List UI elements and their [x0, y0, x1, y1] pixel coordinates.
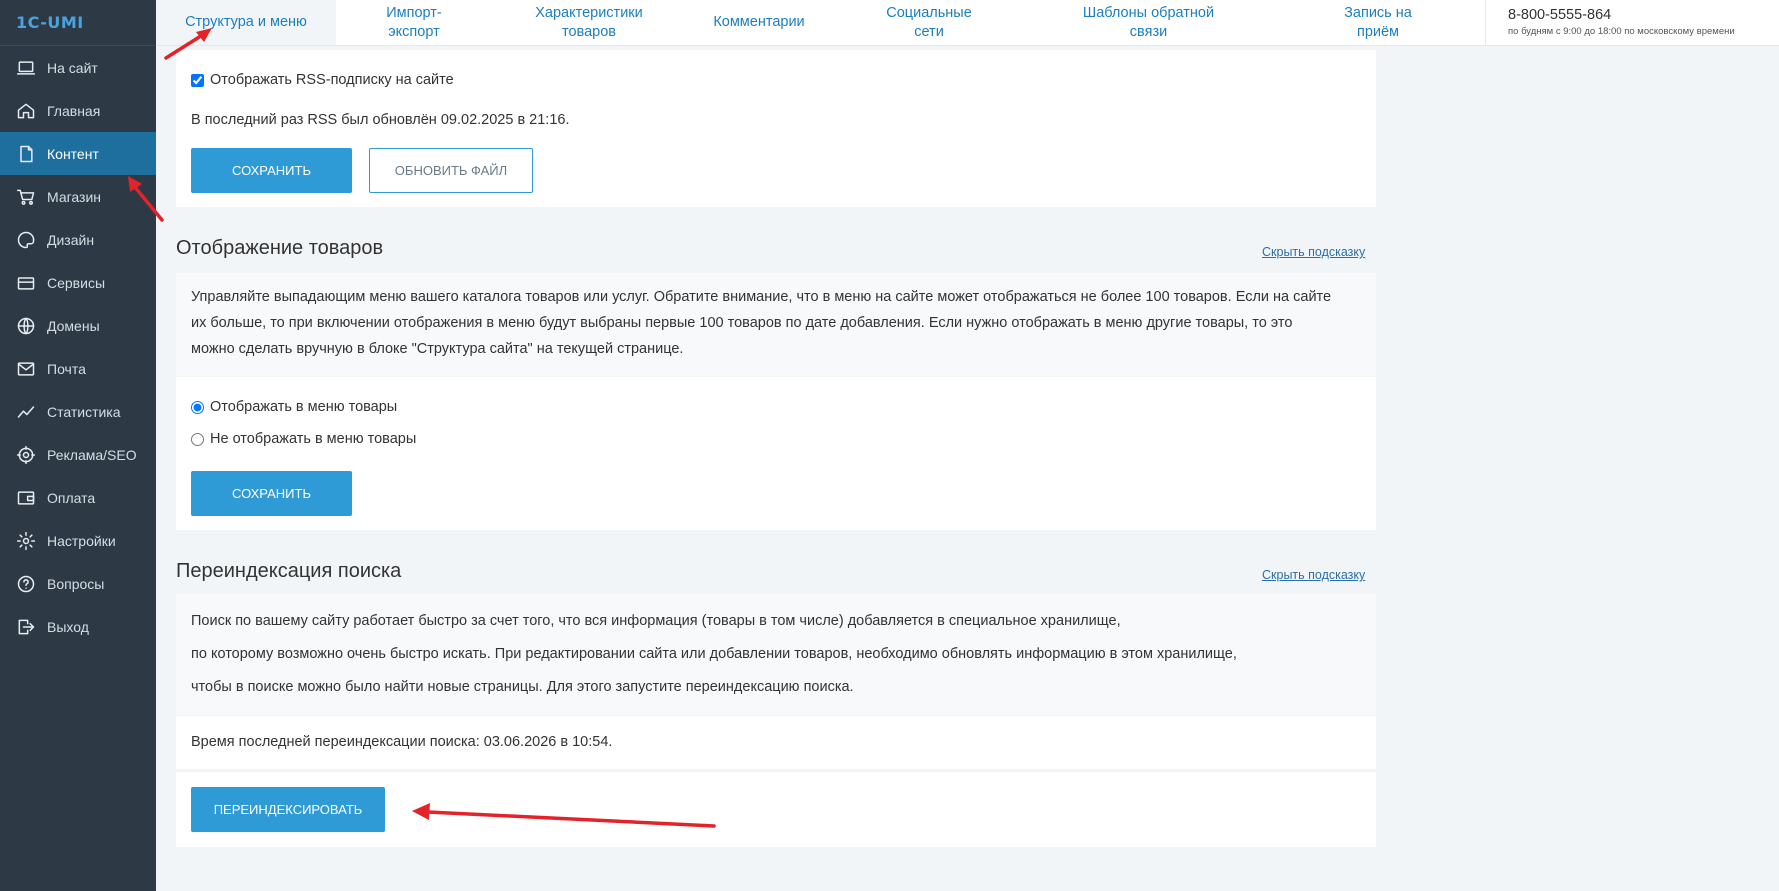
sidebar-item-domeny[interactable]: Домены — [0, 304, 156, 347]
document-icon — [15, 143, 37, 165]
sidebar-item-label: На сайт — [47, 59, 98, 76]
tab-label: Характеристики товаров — [535, 4, 643, 40]
contact-phone: 8-800-5555-864 — [1508, 7, 1612, 23]
tab-social-networks[interactable]: Социальные сети — [832, 0, 1026, 45]
rss-checkbox-label: Отображать RSS-подписку на сайте — [210, 72, 454, 88]
products-section-title: Отображение товаров — [176, 237, 384, 259]
sidebar-item-na-sait[interactable]: На сайт — [0, 46, 156, 89]
sidebar: 1C-UMI На сайт Главная Контент Магазин Д… — [0, 0, 156, 891]
option-show-label: Отображать в меню товары — [210, 399, 398, 415]
reindex-button[interactable]: ПЕРЕИНДЕКСИРОВАТЬ — [191, 787, 385, 832]
stats-icon — [15, 401, 37, 423]
sidebar-item-label: Реклама/SEO — [47, 446, 137, 463]
tab-feedback-templates[interactable]: Шаблоны обратной связи — [1026, 0, 1271, 45]
tab-product-characteristics[interactable]: Характеристики товаров — [492, 0, 686, 45]
reindex-info-card: Время последней переиндексации поиска: 0… — [176, 716, 1376, 769]
reindex-section-title: Переиндексация поиска — [176, 560, 402, 582]
option-show-radio[interactable] — [191, 400, 204, 414]
sidebar-item-label: Статистика — [47, 403, 121, 420]
mail-icon — [15, 358, 37, 380]
products-description-line: Управляйте выпадающим меню вашего катало… — [191, 289, 1332, 305]
palette-icon — [15, 229, 37, 251]
reindex-description: Поиск по вашему сайту работает быстро за… — [176, 594, 1376, 715]
sidebar-item-glavnaya[interactable]: Главная — [0, 89, 156, 132]
sidebar-item-label: Настройки — [47, 532, 116, 549]
rss-checkbox[interactable] — [191, 73, 204, 87]
tab-label: Шаблоны обратной связи — [1082, 4, 1215, 40]
logo[interactable]: 1C-UMI — [0, 0, 156, 46]
sidebar-item-statistika[interactable]: Статистика — [0, 390, 156, 433]
rss-refresh-button[interactable]: ОБНОВИТЬ ФАЙЛ — [369, 148, 533, 193]
tab-appointment[interactable]: Запись на приём — [1271, 0, 1485, 45]
sidebar-item-kontent[interactable]: Контент — [0, 132, 156, 175]
sidebar-item-label: Контент — [47, 145, 99, 162]
top-tabs: Структура и меню Импорт-экспорт Характер… — [156, 0, 1485, 46]
sidebar-item-label: Почта — [47, 360, 86, 377]
cart-icon — [15, 186, 37, 208]
sidebar-item-label: Главная — [47, 102, 101, 119]
rss-checkbox-row[interactable]: Отображать RSS-подписку на сайте — [191, 72, 454, 88]
tab-comments[interactable]: Комментарии — [686, 0, 832, 45]
sidebar-item-vyhod[interactable]: Выход — [0, 605, 156, 648]
tab-structure-menu[interactable]: Структура и меню — [156, 0, 336, 45]
logo-text: 1C-UMI — [16, 13, 84, 32]
sidebar-item-dizain[interactable]: Дизайн — [0, 218, 156, 261]
products-card: Отображать в меню товары Не отображать в… — [176, 377, 1376, 530]
rss-save-button[interactable]: СОХРАНИТЬ — [191, 148, 352, 193]
products-description: Управляйте выпадающим меню вашего катало… — [176, 273, 1376, 376]
option-show-row[interactable]: Отображать в меню товары — [191, 399, 397, 415]
contact-hours: по будням с 9:00 до 18:00 по московскому… — [1508, 26, 1735, 37]
sidebar-item-nastroiki[interactable]: Настройки — [0, 519, 156, 562]
products-description-line: можно сделать вручную в блоке "Структура… — [191, 341, 684, 357]
rss-card: Отображать RSS-подписку на сайте В после… — [176, 50, 1376, 207]
sidebar-item-pochta[interactable]: Почта — [0, 347, 156, 390]
sidebar-item-label: Оплата — [47, 489, 96, 506]
home-icon — [15, 100, 37, 122]
reindex-action-card: ПЕРЕИНДЕКСИРОВАТЬ — [176, 772, 1376, 847]
sidebar-item-label: Сервисы — [47, 274, 106, 291]
option-hide-label: Не отображать в меню товары — [210, 431, 417, 447]
contact-info: 8-800-5555-864 по будням с 9:00 до 18:00… — [1485, 0, 1779, 46]
wallet-icon — [15, 487, 37, 509]
tab-label: Импорт-экспорт — [386, 4, 442, 40]
laptop-icon — [15, 57, 37, 79]
sidebar-item-label: Выход — [47, 618, 89, 635]
products-save-button[interactable]: СОХРАНИТЬ — [191, 471, 352, 516]
option-hide-row[interactable]: Не отображать в меню товары — [191, 431, 416, 447]
sidebar-item-label: Дизайн — [47, 231, 95, 248]
sidebar-item-voprosy[interactable]: Вопросы — [0, 562, 156, 605]
logout-icon — [15, 616, 37, 638]
sidebar-item-servisy[interactable]: Сервисы — [0, 261, 156, 304]
reindex-description-line: Поиск по вашему сайту работает быстро за… — [191, 613, 1121, 629]
rss-last-update: В последний раз RSS был обновлён 09.02.2… — [191, 112, 570, 128]
sidebar-item-label: Вопросы — [47, 575, 105, 592]
products-description-line: их больше, то при включении отображения … — [191, 315, 1293, 331]
reindex-description-line: по которому возможно очень быстро искать… — [191, 646, 1237, 662]
globe-icon — [15, 315, 37, 337]
services-icon — [15, 272, 37, 294]
tab-label: Структура и меню — [185, 14, 307, 30]
sidebar-item-magazin[interactable]: Магазин — [0, 175, 156, 218]
tab-import-export[interactable]: Импорт-экспорт — [336, 0, 492, 45]
gear-icon — [15, 530, 37, 552]
products-hide-hint-link[interactable]: Скрыть подсказку — [1262, 245, 1365, 259]
sidebar-item-reklama-seo[interactable]: Реклама/SEO — [0, 433, 156, 476]
tab-label: Комментарии — [713, 14, 805, 30]
question-icon — [15, 573, 37, 595]
sidebar-item-oplata[interactable]: Оплата — [0, 476, 156, 519]
reindex-description-line: чтобы в поиске можно было найти новые ст… — [191, 679, 854, 695]
reindex-hide-hint-link[interactable]: Скрыть подсказку — [1262, 568, 1365, 582]
sidebar-item-label: Магазин — [47, 188, 102, 205]
target-icon — [15, 444, 37, 466]
sidebar-item-label: Домены — [47, 317, 100, 334]
option-hide-radio[interactable] — [191, 432, 204, 446]
reindex-last-time: Время последней переиндексации поиска: 0… — [191, 734, 613, 750]
sidebar-nav: На сайт Главная Контент Магазин Дизайн С… — [0, 46, 156, 648]
tab-label: Социальные сети — [886, 4, 972, 40]
tab-label: Запись на приём — [1344, 4, 1412, 40]
